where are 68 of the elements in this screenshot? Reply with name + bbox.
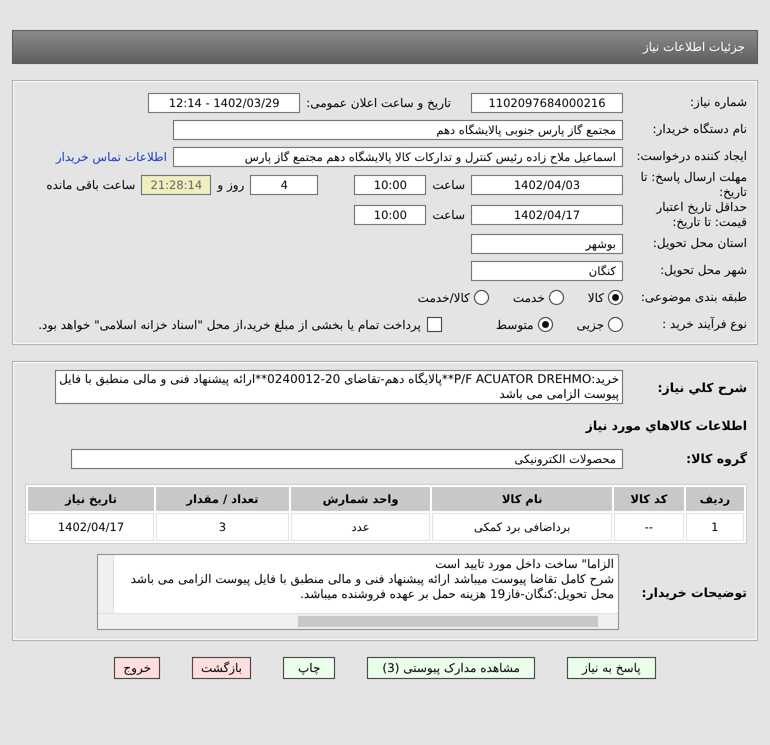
- table-cell: 3: [156, 513, 289, 541]
- days-field: 4: [250, 175, 318, 195]
- goods-group-field: محصولات الکترونیکی: [71, 448, 623, 468]
- city-field: کنگان: [471, 260, 623, 280]
- time-field: 10:00: [354, 175, 426, 195]
- table-cell: عدد: [290, 513, 430, 541]
- radio-label: خدمت: [512, 290, 545, 304]
- radio-button[interactable]: [608, 317, 623, 332]
- radio-button[interactable]: [474, 290, 489, 305]
- field-label: شماره نیاز:: [689, 95, 747, 110]
- column-header: کد کالا: [614, 487, 684, 511]
- action-button[interactable]: پاسخ به نیاز: [566, 657, 656, 679]
- scrollbar[interactable]: [98, 613, 618, 629]
- page-title: جزئیات اطلاعات نیاز: [642, 40, 745, 54]
- radio-label: کالا/خدمت: [418, 290, 470, 304]
- column-header: تعداد / مقدار: [156, 487, 289, 511]
- contact-link[interactable]: اطلاعات تماس خریدار: [56, 150, 167, 164]
- remaining-time-field: 21:28:14: [141, 175, 212, 195]
- scrollbar[interactable]: [98, 555, 114, 613]
- table-cell: 1402/04/17: [28, 513, 154, 541]
- field-label: استان محل تحویل:: [652, 236, 747, 251]
- requester-field: اسماعیل ملاح زاده رئیس کنترل و تدارکات کالا پالایشگاه دهم مجتمع گاز پارس: [173, 146, 623, 166]
- field-label: طبقه بندی موضوعی:: [640, 290, 747, 305]
- action-button[interactable]: چاپ: [283, 657, 336, 679]
- table-cell: --: [614, 513, 684, 541]
- field-label: ساعت: [432, 208, 465, 222]
- date-field: 1402/04/17: [471, 205, 623, 225]
- field-label: نام دستگاه خریدار:: [652, 122, 747, 137]
- field-label: حداقل تاریخ اعتبار قیمت: تا تاریخ:: [654, 200, 747, 230]
- field-label: روز و: [217, 178, 244, 192]
- radio-button[interactable]: [548, 290, 564, 305]
- description-box: خرید:P/F ACUATOR DREHMO**پالایگاه دهم-تقاضای 20-0240012**ارائه پیشنهاد فنی و مالی منطبق با فایل پیوست الزامی می باشد: [55, 370, 623, 404]
- radio-button[interactable]: [538, 317, 553, 332]
- field-label: تاریخ و ساعت اعلان عمومی:: [306, 96, 451, 110]
- notes-line: الزاما" ساخت داخل مورد تایید است: [434, 557, 614, 572]
- column-header: تاریخ نیاز: [28, 487, 154, 511]
- field-label: توضیحات خریدار:: [640, 584, 747, 600]
- checkbox[interactable]: [426, 317, 442, 332]
- field-label: مهلت ارسال پاسخ: تا تاریخ:: [639, 170, 747, 200]
- checkbox-label: پرداخت تمام یا بخشی از مبلغ خرید،از محل "اسناد خزانه اسلامی" خواهد بود.: [38, 318, 421, 332]
- radio-button[interactable]: [608, 290, 623, 305]
- field-label: ایجاد کننده درخواست:: [635, 149, 747, 164]
- table-cell: برداضافی برد کمکی: [432, 513, 612, 541]
- action-button[interactable]: بازگشت: [192, 657, 251, 679]
- field-label: گروه کالا:: [685, 451, 747, 466]
- action-button[interactable]: خروج: [114, 657, 160, 679]
- buyer-org-field: مجتمع گاز پارس جنوبی پالایشگاه دهم: [173, 120, 623, 140]
- field-label: ساعت: [432, 178, 465, 192]
- radio-label: جزیی: [576, 318, 604, 332]
- date-field: 1402/04/03: [471, 175, 623, 195]
- radio-label: کالا: [588, 290, 604, 304]
- table-cell: 1: [686, 513, 744, 541]
- province-field: بوشهر: [471, 234, 623, 254]
- field-label: شهر محل تحویل:: [659, 263, 747, 278]
- column-header: نام کالا: [432, 487, 612, 511]
- field-label: نوع فرآیند خرید :: [661, 317, 747, 332]
- announce-date-field: 1402/03/29 - 12:14: [148, 92, 300, 112]
- field-label: شرح کلي نياز:: [656, 380, 747, 394]
- column-header: واحد شمارش: [290, 487, 430, 511]
- field-label: ساعت باقی مانده: [46, 178, 136, 192]
- need-number-field: 1102097684000216: [471, 92, 623, 112]
- radio-label: متوسط: [496, 318, 534, 332]
- section-heading: اطلاعات کالاهاي مورد نياز: [584, 418, 747, 433]
- notes-line: محل تحویل:کنگان-فاز19 هزینه حمل بر عهده فروشنده میباشد.: [299, 587, 614, 602]
- time-field: 10:00: [354, 205, 426, 225]
- notes-line: شرح کامل تقاضا پیوست میباشد ارائه پیشنهاد فنی و مالی منطبق با فایل پیوست الزامی می باشد: [130, 572, 614, 587]
- column-header: ردیف: [686, 487, 744, 511]
- action-button[interactable]: مشاهده مدارک پیوستی (3): [367, 657, 535, 679]
